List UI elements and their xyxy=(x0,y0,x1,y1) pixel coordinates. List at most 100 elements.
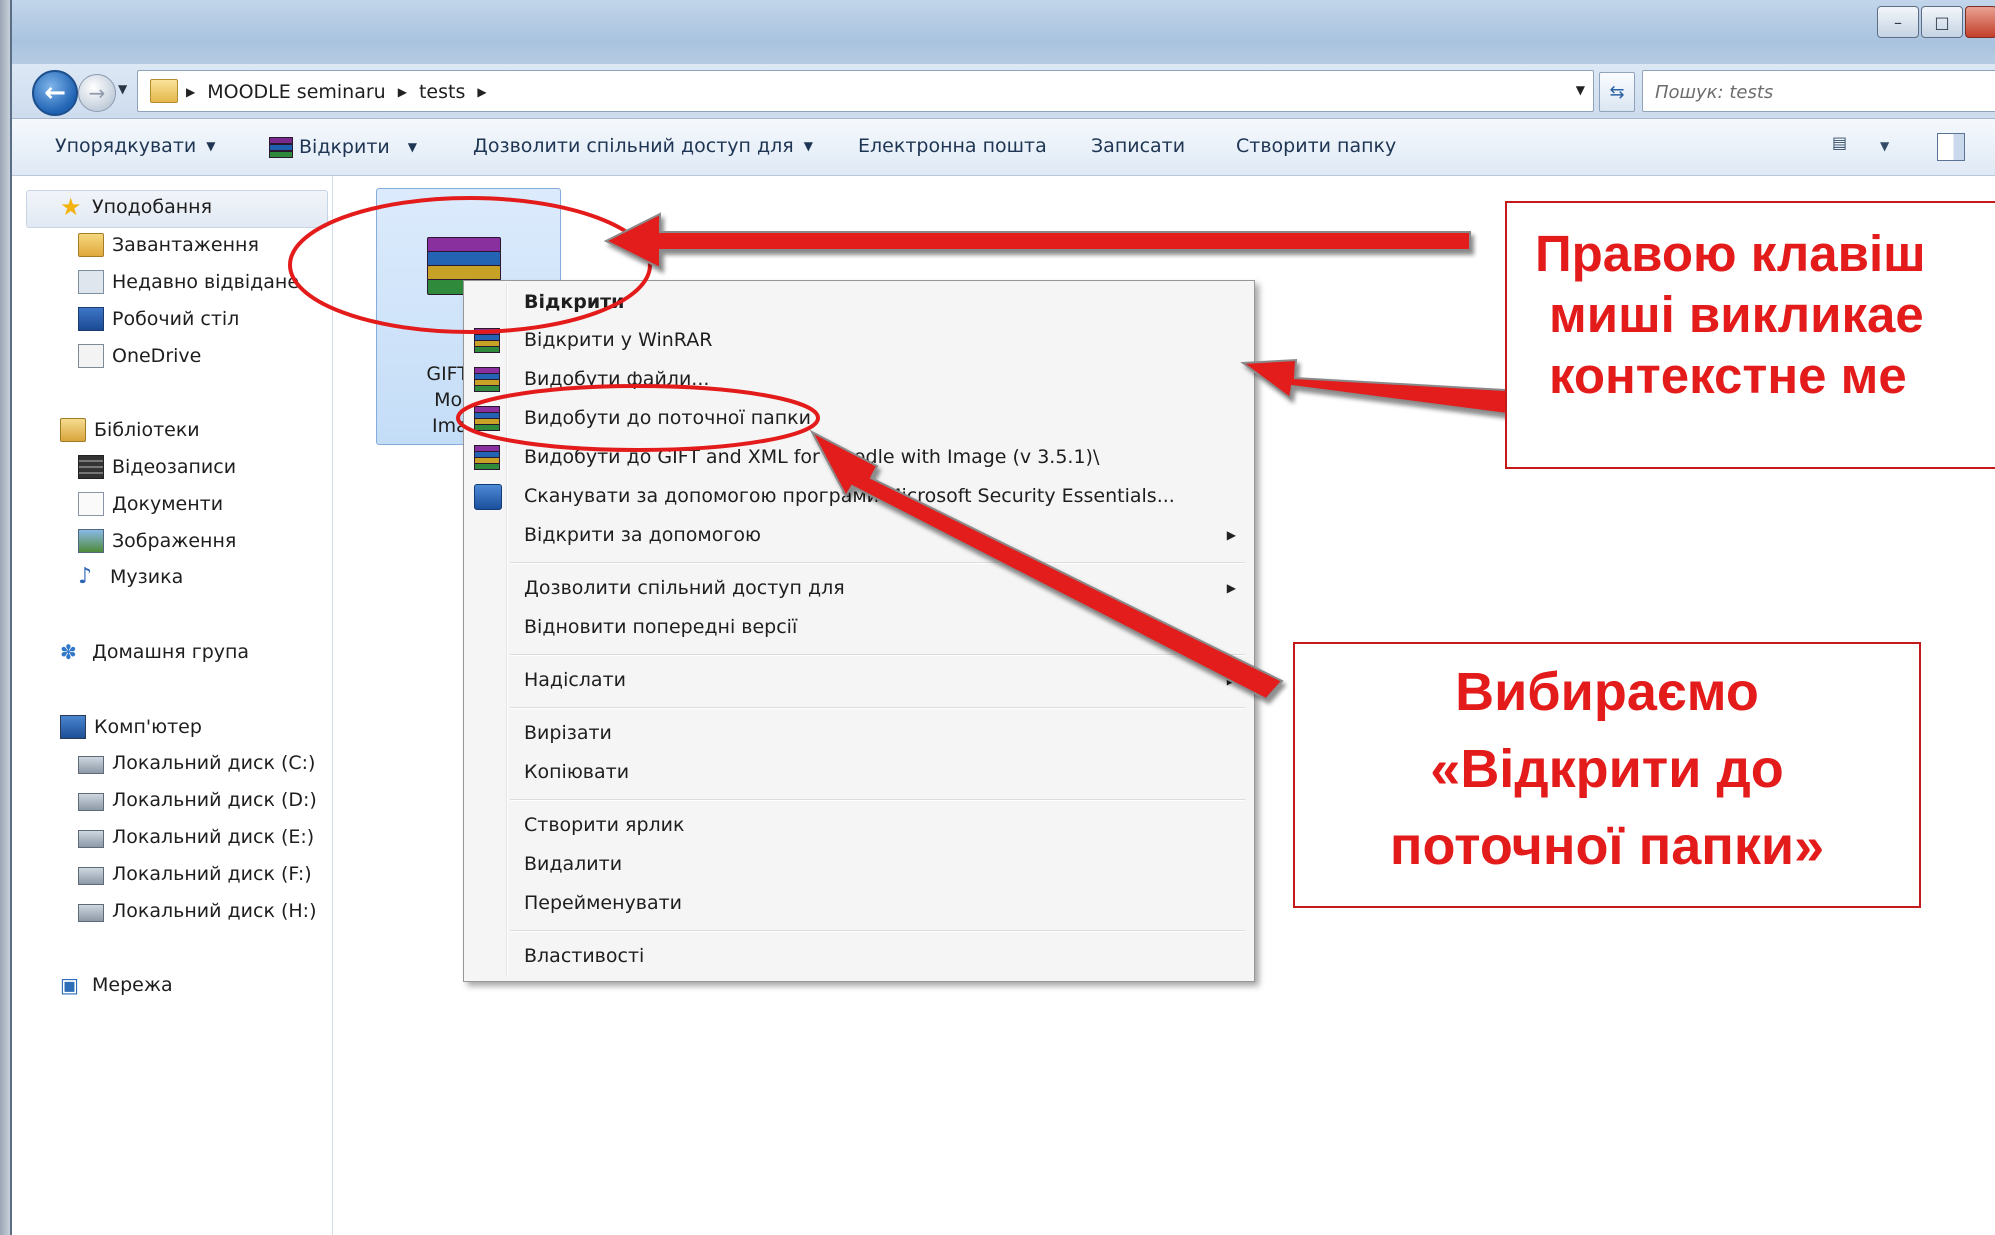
menu-icon-gutter xyxy=(506,283,508,977)
annotation-line: Вибираємо xyxy=(1455,662,1759,722)
recent-places-icon xyxy=(78,270,104,294)
menu-item-cut[interactable]: Вирізати xyxy=(524,714,612,752)
breadcrumb-item[interactable]: tests xyxy=(419,81,465,103)
nav-drive-h[interactable]: Локальний диск (H:) xyxy=(78,900,317,922)
preview-pane-icon[interactable] xyxy=(1937,133,1965,161)
music-icon: ♪ xyxy=(78,564,93,589)
chevron-down-icon: ▼ xyxy=(407,140,417,154)
minimize-button[interactable]: – xyxy=(1877,6,1919,38)
menu-item-delete[interactable]: Видалити xyxy=(524,845,622,883)
back-button[interactable]: ← xyxy=(32,70,78,116)
submenu-arrow-icon: ▶ xyxy=(1226,581,1236,595)
star-icon: ★ xyxy=(60,193,82,221)
menu-item-share-with[interactable]: Дозволити спільний доступ для xyxy=(524,569,845,607)
nav-label: Документи xyxy=(112,493,224,515)
annotation-line: Правою клавіш xyxy=(1535,225,1926,282)
menu-separator xyxy=(510,707,1245,709)
address-box[interactable]: ▶ MOODLE seminaru ▶ tests ▶ ▼ xyxy=(137,70,1594,112)
nav-pictures[interactable]: Зображення xyxy=(78,529,236,553)
chevron-right-icon[interactable]: ▶ xyxy=(398,85,407,99)
address-dropdown-icon[interactable]: ▼ xyxy=(1576,83,1585,97)
nav-label: Робочий стіл xyxy=(112,308,240,330)
system-drive-icon xyxy=(78,756,104,774)
homegroup-icon: ✽ xyxy=(60,640,77,664)
submenu-arrow-icon: ▶ xyxy=(1226,673,1236,687)
nav-favorites[interactable]: ★ Уподобання xyxy=(60,193,212,221)
annotation-line: «Відкрити до xyxy=(1430,739,1784,799)
window-controls: – □ xyxy=(1875,6,1995,38)
command-bar: Упорядкувати ▼ Відкрити ▼ Дозволити спіл… xyxy=(12,119,1995,176)
onedrive-icon xyxy=(78,344,104,368)
nav-recent[interactable]: Недавно відвідане xyxy=(78,270,299,294)
nav-label: Недавно відвідане xyxy=(112,271,300,293)
organize-button[interactable]: Упорядкувати ▼ xyxy=(55,135,215,157)
nav-label: Музика xyxy=(110,566,184,588)
menu-item-properties[interactable]: Властивості xyxy=(524,937,644,975)
search-input[interactable] xyxy=(1653,79,1987,105)
nav-homegroup[interactable]: ✽ Домашня група xyxy=(60,641,249,663)
maximize-button[interactable]: □ xyxy=(1921,6,1963,38)
organize-label: Упорядкувати xyxy=(55,135,197,157)
recent-pages-dropdown[interactable]: ▼ xyxy=(118,82,127,96)
menu-item-extract-files[interactable]: Видобути файли... xyxy=(524,360,709,398)
address-bar-row: ← → ▼ ▶ MOODLE seminaru ▶ tests ▶ ▼ ⇆ xyxy=(12,64,1995,119)
view-dropdown-icon[interactable]: ▼ xyxy=(1880,139,1889,153)
menu-item-send-to[interactable]: Надіслати xyxy=(524,661,626,699)
nav-label: Мережа xyxy=(92,974,173,996)
menu-item-open-in-winrar[interactable]: Відкрити у WinRAR xyxy=(524,321,712,359)
annotation-line: поточної папки» xyxy=(1389,816,1825,876)
nav-label: Зображення xyxy=(112,530,237,552)
nav-onedrive[interactable]: OneDrive xyxy=(78,344,201,368)
share-with-label: Дозволити спільний доступ для xyxy=(473,135,794,157)
nav-music[interactable]: ♪ Музика xyxy=(78,564,184,589)
drive-icon xyxy=(78,867,104,885)
nav-label: Локальний диск (D:) xyxy=(112,789,317,811)
email-label: Електронна пошта xyxy=(858,135,1047,157)
share-with-button[interactable]: Дозволити спільний доступ для ▼ xyxy=(473,135,813,157)
menu-item-copy[interactable]: Копіювати xyxy=(524,753,629,791)
menu-item-open-with[interactable]: Відкрити за допомогою xyxy=(524,516,761,554)
nav-documents[interactable]: Документи xyxy=(78,492,223,516)
nav-drive-d[interactable]: Локальний диск (D:) xyxy=(78,789,317,811)
annotation-choose: Вибираємо «Відкрити до поточної папки» xyxy=(1293,642,1921,908)
nav-drive-f[interactable]: Локальний диск (F:) xyxy=(78,863,312,885)
breadcrumb-item[interactable]: MOODLE seminaru xyxy=(207,81,385,103)
winrar-icon xyxy=(269,135,293,159)
menu-item-restore-versions[interactable]: Відновити попередні версії xyxy=(524,608,797,646)
close-button[interactable] xyxy=(1965,6,1995,38)
menu-item-rename[interactable]: Перейменувати xyxy=(524,884,682,922)
nav-downloads[interactable]: Завантаження xyxy=(78,233,259,257)
nav-desktop[interactable]: Робочий стіл xyxy=(78,307,239,331)
winrar-icon xyxy=(474,445,500,470)
menu-separator xyxy=(510,654,1245,656)
email-button[interactable]: Електронна пошта xyxy=(858,135,1047,157)
burn-button[interactable]: Записати xyxy=(1091,135,1185,157)
new-folder-label: Створити папку xyxy=(1236,135,1397,157)
search-box[interactable] xyxy=(1642,70,1995,112)
menu-item-extract-to-folder[interactable]: Видобути до GIFT and XML for Moodle with… xyxy=(524,438,1099,476)
security-scan-icon xyxy=(474,484,502,510)
nav-computer[interactable]: Комп'ютер xyxy=(60,715,202,739)
forward-button[interactable]: → xyxy=(78,74,116,112)
nav-drive-c[interactable]: Локальний диск (C:) xyxy=(78,752,315,774)
menu-item-scan[interactable]: Сканувати за допомогою програми Microsof… xyxy=(524,477,1175,515)
nav-network[interactable]: ▣ Мережа xyxy=(60,974,173,996)
new-folder-button[interactable]: Створити папку xyxy=(1236,135,1396,157)
refresh-button[interactable]: ⇆ xyxy=(1599,72,1635,112)
change-view-icon[interactable]: ▤ xyxy=(1832,133,1847,152)
winrar-icon xyxy=(474,367,500,392)
nav-label: Локальний диск (H:) xyxy=(112,900,317,922)
open-button[interactable]: Відкрити ▼ xyxy=(269,135,417,159)
chevron-down-icon: ▼ xyxy=(206,139,216,153)
nav-videos[interactable]: Відеозаписи xyxy=(78,455,236,479)
nav-label: Локальний диск (E:) xyxy=(112,826,315,848)
menu-item-create-shortcut[interactable]: Створити ярлик xyxy=(524,806,684,844)
nav-label: Локальний диск (C:) xyxy=(112,752,316,774)
menu-item-extract-here[interactable]: Видобути до поточної папки xyxy=(524,399,811,437)
nav-label: OneDrive xyxy=(112,345,202,367)
chevron-right-icon[interactable]: ▶ xyxy=(477,85,486,99)
menu-item-open[interactable]: Відкрити xyxy=(524,283,624,321)
nav-libraries[interactable]: Бібліотеки xyxy=(60,418,200,442)
video-icon xyxy=(78,455,104,479)
nav-drive-e[interactable]: Локальний диск (E:) xyxy=(78,826,314,848)
